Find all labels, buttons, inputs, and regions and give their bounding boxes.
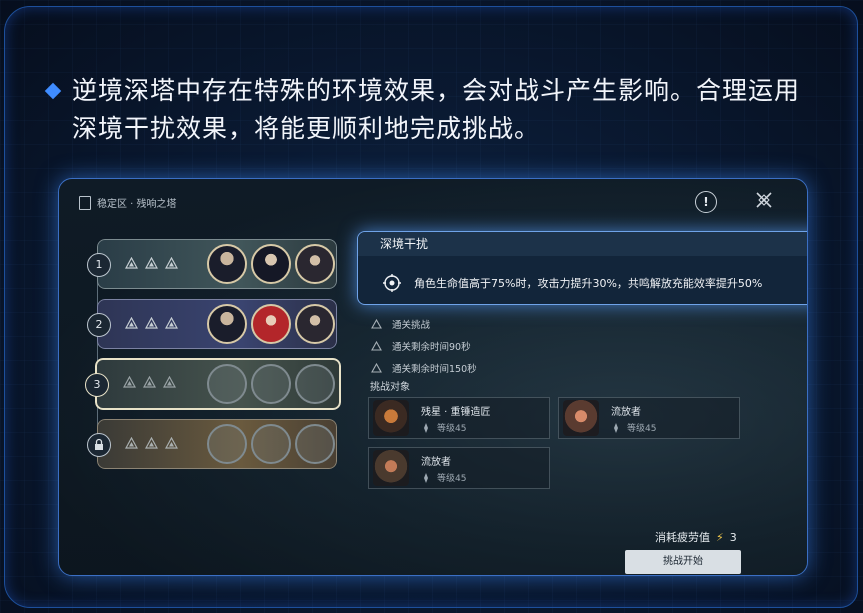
breadcrumb-text: 稳定区 · 残响之塔 [97,199,177,210]
floor-row-1[interactable] [97,239,337,289]
objective-label: 通关剩余时间150秒 [392,364,477,375]
floor-row-3-selected[interactable] [95,358,341,410]
enemy-level: 等级45 [421,471,466,484]
hero-portrait[interactable] [251,244,291,284]
triangle-icon [145,317,158,329]
hero-portrait[interactable] [251,304,291,344]
objective-item: 通关挑战 [371,313,477,335]
hero-portrait[interactable] [295,304,335,344]
team-portraits [207,244,335,284]
triangle-icon [371,341,382,351]
team-portraits [207,424,335,464]
difficulty-icons [125,317,178,329]
hero-portrait[interactable] [207,304,247,344]
cost-value: 3 [729,530,737,544]
close-icon[interactable] [753,189,775,211]
enemy-level-text: 等级45 [437,424,467,434]
hero-portrait[interactable] [207,244,247,284]
tooltip-title: 深境干扰 [358,232,807,256]
empty-team-slot [251,424,291,464]
enemy-name: 流放者 [421,457,451,468]
lightning-icon: ⚡ [716,530,724,544]
enemy-level: 等级45 [421,421,466,434]
triangle-icon [143,376,156,388]
bullet-diamond-icon [44,82,62,100]
objective-item: 通关剩余时间150秒 [371,357,477,379]
triangle-icon [145,257,158,269]
triangle-icon [123,376,136,388]
floor-row-2[interactable] [97,299,337,349]
enemy-name: 流放者 [611,407,641,418]
team-portraits [207,364,335,404]
cost-label: 消耗疲劳值 [655,531,710,544]
enemy-portrait [373,450,409,486]
tutorial-page: 逆境深塔中存在特殊的环境效果，会对战斗产生影响。合理运用 深境干扰效果，将能更顺… [0,0,863,613]
lock-icon [87,433,111,457]
empty-team-slot [295,424,335,464]
enemy-portrait [373,400,409,436]
objective-label: 通关剩余时间90秒 [392,342,471,353]
empty-team-slot[interactable] [207,364,247,404]
intro-line-2: 深境干扰效果，将能更顺利地完成挑战。 [72,114,541,143]
triangle-icon [125,257,138,269]
difficulty-icons [125,437,178,449]
hero-portrait[interactable] [295,244,335,284]
triangle-icon [165,257,178,269]
enemy-card[interactable]: 流放者 等级45 [558,397,740,439]
triangle-icon [145,437,158,449]
enemy-card[interactable]: 流放者 等级45 [368,447,550,489]
objective-item: 通关剩余时间90秒 [371,335,477,357]
tooltip-text: 角色生命值高于75%时，攻击力提升30%，共鸣解放充能效率提升50% [414,277,763,290]
floor-number-3: 3 [85,373,109,397]
rank-icon [611,422,621,433]
team-portraits [207,304,335,344]
info-alert-button[interactable]: ! [695,191,717,213]
enemy-card[interactable]: 残星 · 重锤造匠 等级45 [368,397,550,439]
triangle-icon [371,363,382,373]
stamina-cost: 消耗疲劳值 ⚡ 3 [655,529,737,545]
crosshair-icon [383,274,401,292]
interference-tooltip: 深境干扰 角色生命值高于75%时，攻击力提升30%，共鸣解放充能效率提升50% [357,231,807,305]
empty-team-slot [207,424,247,464]
start-challenge-button[interactable]: 挑战开始 [625,550,741,574]
triangle-icon [163,376,176,388]
objective-list: 通关挑战 通关剩余时间90秒 通关剩余时间150秒 [371,313,477,379]
empty-team-slot[interactable] [295,364,335,404]
triangle-icon [125,437,138,449]
intro-line-1: 逆境深塔中存在特殊的环境效果，会对战斗产生影响。合理运用 [72,76,801,105]
objective-label: 通关挑战 [392,320,431,331]
difficulty-icons [125,257,178,269]
empty-team-slot[interactable] [251,364,291,404]
floor-number-1: 1 [87,253,111,277]
floor-row-4-locked[interactable] [97,419,337,469]
enemy-name: 残星 · 重锤造匠 [421,407,491,418]
enemy-level-text: 等级45 [437,474,467,484]
triangle-icon [125,317,138,329]
rank-icon [421,472,431,483]
rank-icon [421,422,431,433]
book-icon [79,195,91,210]
enemy-level: 等级45 [611,421,656,434]
enemy-portrait [563,400,599,436]
triangle-icon [165,437,178,449]
enemy-level-text: 等级45 [627,424,657,434]
game-screenshot-panel: 稳定区 · 残响之塔 ! 1 2 3 深境干扰 角色生命值高于75%时，攻击力提… [58,178,808,576]
difficulty-icons [123,376,176,388]
triangle-icon [371,319,382,329]
intro-text: 逆境深塔中存在特殊的环境效果，会对战斗产生影响。合理运用 深境干扰效果，将能更顺… [44,72,830,148]
challenge-target-title: 挑战对象 [370,382,410,393]
breadcrumb: 稳定区 · 残响之塔 [79,195,177,210]
triangle-icon [165,317,178,329]
floor-number-2: 2 [87,313,111,337]
